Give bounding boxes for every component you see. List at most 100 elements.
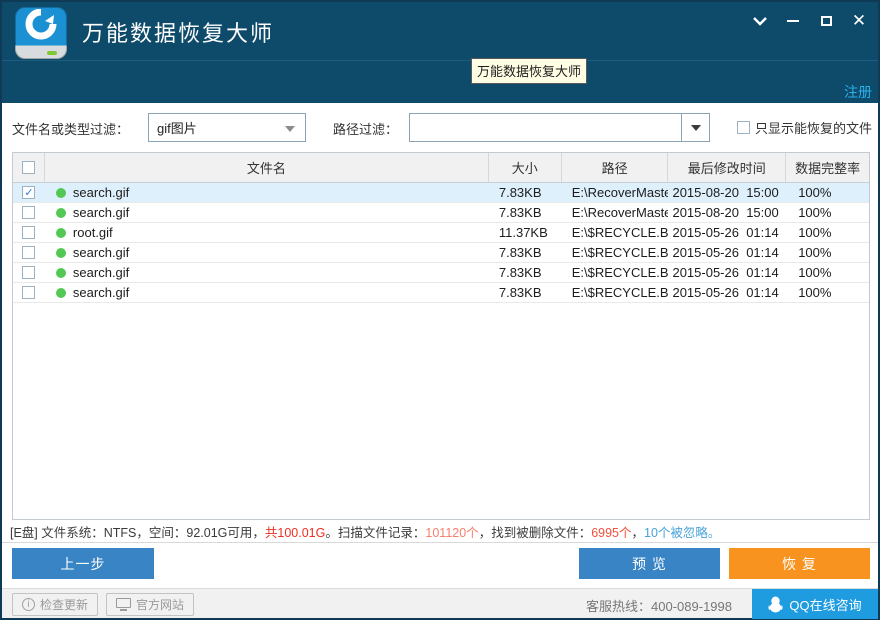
status-segment: ，	[632, 522, 645, 541]
official-site-label: 官方网站	[136, 596, 184, 613]
app-title: 万能数据恢复大师	[82, 16, 274, 48]
file-name: search.gif	[73, 205, 129, 220]
minimize-icon[interactable]	[782, 10, 804, 32]
path-filter-input[interactable]	[410, 114, 682, 141]
file-modified: 2015-05-26 01:14	[668, 283, 786, 302]
status-segment: 6995个	[591, 522, 631, 541]
footer-bar: i 检查更新 官方网站 客服热线：400-089-1998 QQ在线咨询	[2, 588, 878, 618]
file-path: E:\$RECYCLE.BIN..	[562, 283, 669, 302]
app-window: 万能数据恢复大师 ✕ 注册 万能数据恢复大师 文件名或类型过滤： gif图片 路…	[2, 2, 878, 618]
close-icon[interactable]: ✕	[848, 10, 870, 32]
green-dot-icon	[56, 268, 66, 278]
qq-consult-button[interactable]: QQ在线咨询	[752, 589, 878, 619]
recover-button[interactable]: 恢 复	[729, 548, 870, 579]
hotline-text: 客服热线：400-089-1998	[586, 596, 732, 615]
filter-bar: 文件名或类型过滤： gif图片 路径过滤： 只显示能恢复的文件	[2, 103, 878, 152]
path-filter-label: 路径过滤：	[333, 119, 398, 138]
row-checkbox[interactable]: ✓	[22, 186, 35, 199]
file-name: search.gif	[73, 265, 129, 280]
path-filter-dropdown-button[interactable]	[681, 114, 709, 141]
row-checkbox[interactable]	[22, 206, 35, 219]
chevron-down-icon[interactable]	[749, 10, 771, 32]
check-update-label: 检查更新	[40, 596, 88, 613]
row-checkbox[interactable]	[22, 246, 35, 259]
type-filter-value: gif图片	[157, 118, 197, 137]
titlebar-divider	[2, 60, 878, 61]
green-dot-icon	[56, 208, 66, 218]
file-modified: 2015-08-20 15:00	[668, 183, 786, 202]
status-segment: 。扫描文件记录：	[325, 522, 425, 541]
file-modified: 2015-08-20 15:00	[668, 203, 786, 222]
file-size: 7.83KB	[489, 203, 562, 222]
select-all-header-cell	[13, 153, 45, 182]
maximize-icon[interactable]	[815, 10, 837, 32]
file-integrity: 100%	[786, 283, 869, 302]
file-path: E:\RecoverMaste..	[562, 203, 669, 222]
column-header-modified[interactable]: 最后修改时间	[668, 153, 786, 182]
green-dot-icon	[56, 188, 66, 198]
status-segment: 共100.01G	[265, 522, 325, 541]
file-name: root.gif	[73, 225, 113, 240]
drive-led-icon	[47, 51, 57, 55]
file-size: 7.83KB	[489, 183, 562, 202]
status-bar: [E盘] 文件系统：NTFS，空间：92.01G可用，共100.01G。扫描文件…	[2, 520, 878, 543]
column-header-integrity[interactable]: 数据完整率	[786, 153, 869, 182]
select-all-checkbox[interactable]	[22, 161, 35, 174]
file-name: search.gif	[73, 185, 129, 200]
green-dot-icon	[56, 228, 66, 238]
file-modified: 2015-05-26 01:14	[668, 223, 786, 242]
file-name: search.gif	[73, 285, 129, 300]
file-integrity: 100%	[786, 243, 869, 262]
official-site-button[interactable]: 官方网站	[106, 593, 194, 616]
file-integrity: 100%	[786, 263, 869, 282]
file-integrity: 100%	[786, 183, 869, 202]
table-row[interactable]: ✓search.gif7.83KBE:\RecoverMaste..2015-0…	[13, 183, 869, 203]
table-row[interactable]: root.gif 11.37KBE:\$RECYCLE.BIN..2015-05-…	[13, 223, 869, 243]
type-filter-select[interactable]: gif图片	[148, 113, 306, 142]
qq-penguin-icon	[768, 596, 783, 613]
table-row[interactable]: search.gif7.83KBE:\$RECYCLE.BIN..2015-05…	[13, 263, 869, 283]
monitor-icon	[116, 598, 131, 611]
table-row[interactable]: search.gif 7.83KBE:\$RECYCLE.BIN..2015-05…	[13, 283, 869, 303]
file-modified: 2015-05-26 01:14	[668, 243, 786, 262]
register-link[interactable]: 注册	[844, 82, 872, 102]
window-controls: ✕	[749, 6, 870, 36]
info-circle-icon: i	[22, 598, 35, 611]
green-dot-icon	[56, 288, 66, 298]
status-segment: ，找到被删除文件：	[479, 522, 592, 541]
file-name: search.gif	[73, 245, 129, 260]
qq-consult-label: QQ在线咨询	[789, 595, 861, 614]
file-size: 7.83KB	[489, 283, 562, 302]
chevron-down-icon	[691, 125, 701, 131]
only-recoverable-checkbox[interactable]: 只显示能恢复的文件	[737, 118, 872, 137]
table-row[interactable]: search.gif7.83KBE:\$RECYCLE.BIN..2015-05…	[13, 243, 869, 263]
type-filter-label: 文件名或类型过滤：	[12, 119, 129, 138]
title-bar: 万能数据恢复大师 ✕ 注册	[2, 2, 878, 103]
status-segment: [E盘] 文件系统：NTFS，空间：92.01G可用，	[10, 522, 265, 541]
path-filter-box	[409, 113, 710, 142]
check-update-button[interactable]: i 检查更新	[12, 593, 98, 616]
file-size: 7.83KB	[489, 243, 562, 262]
file-table: 文件名 大小 路径 最后修改时间 数据完整率 ✓ search.gif 7.83KB…	[12, 152, 870, 520]
row-checkbox[interactable]	[22, 266, 35, 279]
file-table-body: ✓search.gif7.83KBE:\RecoverMaste..2015-0…	[13, 183, 869, 303]
file-size: 11.37KB	[489, 223, 562, 242]
column-header-filename[interactable]: 文件名	[45, 153, 489, 182]
green-dot-icon	[56, 248, 66, 258]
chevron-down-icon	[285, 126, 295, 132]
file-size: 7.83KB	[489, 263, 562, 282]
file-path: E:\$RECYCLE.BIN..	[562, 223, 669, 242]
status-segment: 10个被忽略。	[644, 522, 720, 541]
column-header-path[interactable]: 路径	[562, 153, 669, 182]
file-modified: 2015-05-26 01:14	[668, 263, 786, 282]
app-logo-drive-refresh-icon	[15, 7, 67, 59]
file-integrity: 100%	[786, 203, 869, 222]
column-header-size[interactable]: 大小	[489, 153, 562, 182]
table-row[interactable]: search.gif 7.83KBE:\RecoverMaste..2015-08…	[13, 203, 869, 223]
checkbox-icon[interactable]	[737, 121, 750, 134]
file-integrity: 100%	[786, 223, 869, 242]
row-checkbox[interactable]	[22, 286, 35, 299]
preview-button[interactable]: 预 览	[579, 548, 720, 579]
back-button[interactable]: 上一步	[12, 548, 154, 579]
row-checkbox[interactable]	[22, 226, 35, 239]
